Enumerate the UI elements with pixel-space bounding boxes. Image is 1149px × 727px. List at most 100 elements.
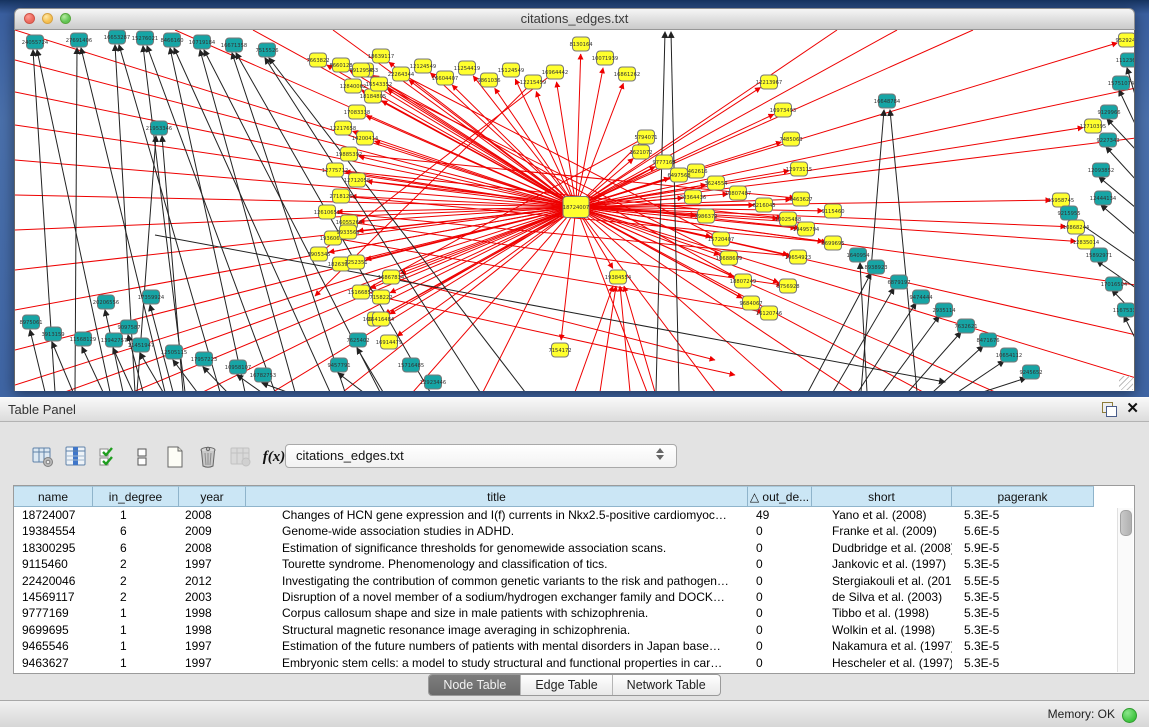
graph-node[interactable]: 1640954	[846, 248, 870, 262]
graph-edge-black[interactable]	[173, 360, 197, 391]
graph-edge-red[interactable]	[15, 160, 576, 207]
graph-node[interactable]: 11123646	[1116, 53, 1134, 67]
graph-node[interactable]: 6216045	[752, 198, 775, 212]
column-header-out_de[interactable]: △ out_de...	[748, 486, 812, 507]
graph-node[interactable]: 7986372	[694, 209, 717, 223]
graph-edge-black[interactable]	[833, 288, 894, 391]
graph-node[interactable]: 8938923	[864, 260, 887, 274]
graph-node[interactable]: 1621072	[629, 145, 652, 159]
graph-node[interactable]: 12775712	[322, 163, 348, 177]
graph-edge-black[interactable]	[357, 348, 383, 391]
graph-node[interactable]: 9463627	[789, 192, 812, 206]
graph-node[interactable]: 12710395	[1080, 119, 1106, 133]
scrollbar-thumb[interactable]	[1120, 510, 1132, 536]
column-header-in_degree[interactable]: in_degree	[93, 486, 179, 507]
table-row[interactable]: 977716911998Corpus callosum shape and si…	[14, 605, 1134, 621]
graph-edge-black[interactable]	[174, 48, 330, 391]
graph-node[interactable]: 7663822	[306, 53, 329, 67]
graph-node[interactable]: 15892971	[1086, 248, 1112, 262]
network-graph[interactable]: 1872400757940711621072977716974626166497…	[15, 30, 1134, 391]
graph-node[interactable]: 19495794	[793, 222, 820, 236]
tab-network-table[interactable]: Network Table	[613, 675, 720, 695]
graph-edge-red[interactable]	[576, 43, 1117, 207]
table-selector-dropdown[interactable]: citations_edges.txt	[285, 444, 677, 468]
graph-node[interactable]: 17957223	[191, 352, 217, 366]
graph-node[interactable]: 2935114	[932, 303, 956, 317]
graph-node[interactable]: 9474444	[909, 290, 933, 304]
graph-edge-red[interactable]	[576, 207, 715, 391]
table-scrollbar[interactable]	[1117, 508, 1133, 672]
graph-node[interactable]: 10868244	[1063, 220, 1090, 234]
table-mode-icon[interactable]	[30, 444, 56, 470]
graph-edge-black[interactable]	[137, 136, 156, 391]
column-header-short[interactable]: short	[812, 486, 952, 507]
network-window-titlebar[interactable]: citations_edges.txt	[14, 8, 1135, 30]
graph-node[interactable]: 9861036	[477, 73, 500, 87]
graph-edge-black[interactable]	[933, 346, 983, 391]
graph-node[interactable]: 17359924	[138, 290, 165, 304]
table-row[interactable]: 911546021997Tourette syndrome. Phenomeno…	[14, 556, 1134, 572]
graph-node[interactable]: 2718126	[329, 189, 352, 203]
graph-node[interactable]: 8912954	[349, 63, 373, 77]
graph-node[interactable]: 15124549	[498, 63, 524, 77]
import-table-icon[interactable]	[228, 444, 254, 470]
graph-node[interactable]: 14200414	[352, 131, 379, 145]
graph-edge-red[interactable]	[576, 88, 1134, 207]
graph-node[interactable]: 8471676	[976, 333, 999, 347]
graph-node[interactable]: 18639117	[368, 49, 394, 63]
show-columns-icon[interactable]	[63, 444, 89, 470]
table-row[interactable]: 1938455462009Genome-wide association stu…	[14, 523, 1134, 539]
graph-node[interactable]: 15276021	[132, 31, 158, 45]
graph-node[interactable]: 9457791	[327, 358, 350, 372]
column-header-title[interactable]: title	[246, 486, 748, 507]
graph-edge-red[interactable]	[536, 91, 576, 207]
graph-edge-red[interactable]	[576, 207, 647, 391]
graph-node[interactable]: 9215955	[1057, 206, 1080, 220]
column-header-pagerank[interactable]: pagerank	[952, 486, 1094, 507]
graph-node[interactable]: 12923446	[420, 375, 446, 389]
graph-edge-red[interactable]	[575, 286, 613, 391]
graph-edge-black[interactable]	[140, 353, 163, 391]
graph-node[interactable]: 9227343	[1096, 133, 1119, 147]
graph-edge-red[interactable]	[576, 30, 973, 207]
graph-node[interactable]: 9529248	[1115, 33, 1134, 47]
graph-node[interactable]: 9115460	[821, 204, 844, 218]
graph-node[interactable]: 10071939	[592, 51, 618, 65]
graph-edge-red[interactable]	[375, 141, 576, 207]
network-canvas[interactable]: 1872400757940711621072977716974626166497…	[14, 30, 1135, 391]
graph-node[interactable]: 3624554	[704, 176, 728, 190]
graph-node[interactable]: 16867834	[378, 270, 405, 284]
graph-node[interactable]: 27691406	[66, 33, 92, 47]
graph-node[interactable]: 10654112	[996, 348, 1022, 362]
graph-node[interactable]: 9245652	[1019, 365, 1042, 379]
graph-node[interactable]: 9756928	[776, 279, 799, 293]
graph-node[interactable]: 16648784	[874, 94, 901, 108]
graph-node[interactable]: 17083338	[344, 105, 370, 119]
graph-edge-black[interactable]	[1101, 205, 1134, 235]
graph-node[interactable]: 15958745	[1048, 193, 1074, 207]
graph-node[interactable]: 9933569	[336, 225, 359, 239]
graph-edge-black[interactable]	[1124, 316, 1134, 340]
select-rows-icon[interactable]	[96, 444, 122, 470]
table-row[interactable]: 946362711997Embryonic stem cells: a mode…	[14, 655, 1134, 671]
graph-node[interactable]: 18724007	[563, 197, 589, 218]
graph-node[interactable]: 16861262	[614, 67, 640, 81]
graph-node[interactable]: 7905345	[307, 247, 330, 261]
graph-edge-black[interactable]	[200, 50, 295, 391]
graph-node[interactable]: 16964442	[542, 65, 568, 79]
graph-node[interactable]: 5794071	[634, 130, 657, 144]
graph-node[interactable]: 10719184	[189, 35, 216, 49]
graph-node[interactable]: 6879197	[887, 275, 910, 289]
graph-node[interactable]: 9699695	[821, 236, 844, 250]
float-panel-icon[interactable]	[1102, 402, 1117, 417]
graph-node[interactable]: 8130164	[569, 37, 593, 51]
graph-node[interactable]: 8466160	[160, 33, 183, 47]
graph-node[interactable]: 12213967	[756, 75, 782, 89]
graph-node[interactable]: 11254419	[454, 61, 480, 75]
graph-node[interactable]: 16653287	[104, 30, 130, 44]
graph-node[interactable]: 12444134	[1090, 191, 1117, 205]
graph-node[interactable]: 24055724	[22, 35, 49, 49]
graph-node[interactable]: 10958107	[225, 360, 251, 374]
graph-node[interactable]: 3913159	[41, 327, 64, 341]
table-row[interactable]: 1456911722003Disruption of a novel membe…	[14, 589, 1134, 605]
